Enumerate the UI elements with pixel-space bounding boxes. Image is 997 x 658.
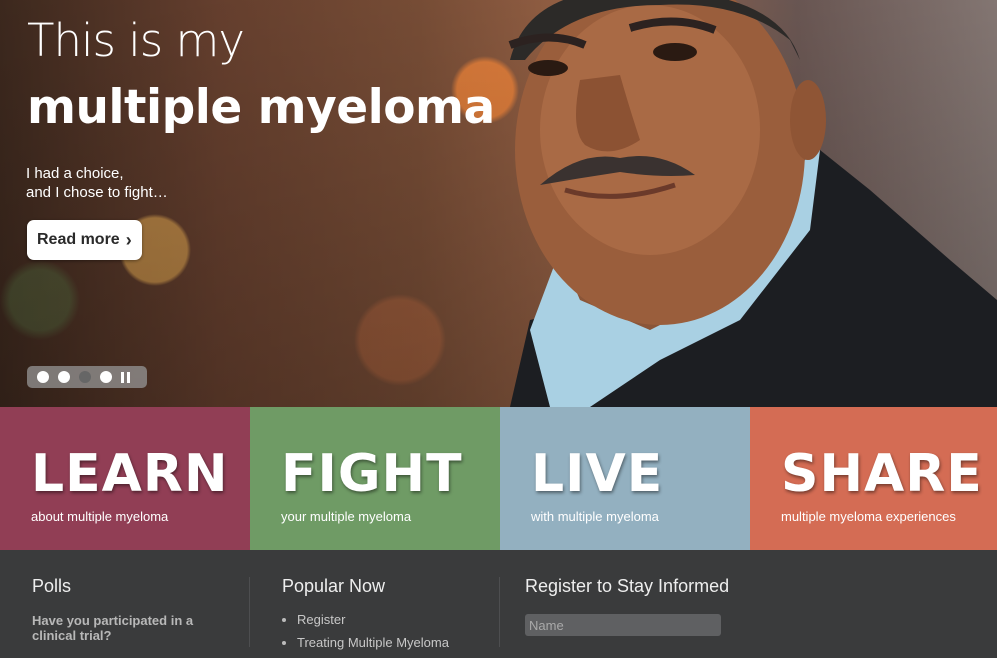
footer-panels: Polls Have you participated in a clinica…: [0, 550, 997, 650]
slide-dot-2[interactable]: [58, 371, 70, 383]
column-divider: [249, 577, 250, 647]
slide-dot-1[interactable]: [37, 371, 49, 383]
read-more-label: Read more: [37, 231, 120, 248]
name-field[interactable]: [525, 614, 721, 636]
register-heading: Register to Stay Informed: [525, 576, 730, 596]
polls-heading: Polls: [32, 576, 72, 596]
tile-subtitle: multiple myeloma experiences: [781, 509, 956, 524]
column-divider: [499, 577, 500, 647]
hero-subtitle: I had a choice, and I chose to fight…: [26, 164, 168, 202]
tile-title: SHARE: [781, 444, 983, 504]
tile-subtitle: about multiple myeloma: [31, 509, 169, 524]
tile-subtitle: your multiple myeloma: [281, 509, 412, 524]
slideshow-controls: [27, 366, 147, 388]
hero-title-line1: This is my: [27, 14, 245, 67]
hero-subtitle-line1: I had a choice,: [26, 165, 124, 182]
hero-subtitle-line2: and I chose to fight…: [26, 184, 168, 201]
poll-question: Have you participated in a clinical tria…: [32, 613, 194, 643]
popular-heading: Popular Now: [282, 576, 386, 596]
popular-link-register[interactable]: Register: [282, 612, 449, 627]
read-more-button[interactable]: Read more ›: [27, 220, 142, 260]
hero-title-line2: multiple myeloma: [27, 80, 495, 135]
pause-icon[interactable]: [121, 371, 130, 383]
popular-list: Register Treating Multiple Myeloma: [282, 612, 449, 658]
slide-dot-3[interactable]: [79, 371, 91, 383]
tile-title: LIVE: [531, 444, 664, 504]
chevron-right-icon: ›: [125, 229, 132, 250]
tile-fight[interactable]: FIGHT your multiple myeloma: [250, 407, 500, 550]
popular-link-treating[interactable]: Treating Multiple Myeloma: [282, 635, 449, 650]
slide-dot-4[interactable]: [100, 371, 112, 383]
tile-title: FIGHT: [281, 444, 463, 504]
hero-banner: This is my multiple myeloma I had a choi…: [0, 0, 997, 407]
tile-learn[interactable]: LEARN about multiple myeloma: [0, 407, 250, 550]
hero-portrait-image: [508, 0, 997, 407]
tile-subtitle: with multiple myeloma: [531, 509, 659, 524]
topic-tiles: LEARN about multiple myeloma FIGHT your …: [0, 407, 997, 550]
tile-share[interactable]: SHARE multiple myeloma experiences: [750, 407, 997, 550]
tile-live[interactable]: LIVE with multiple myeloma: [500, 407, 750, 550]
tile-title: LEARN: [31, 444, 229, 504]
